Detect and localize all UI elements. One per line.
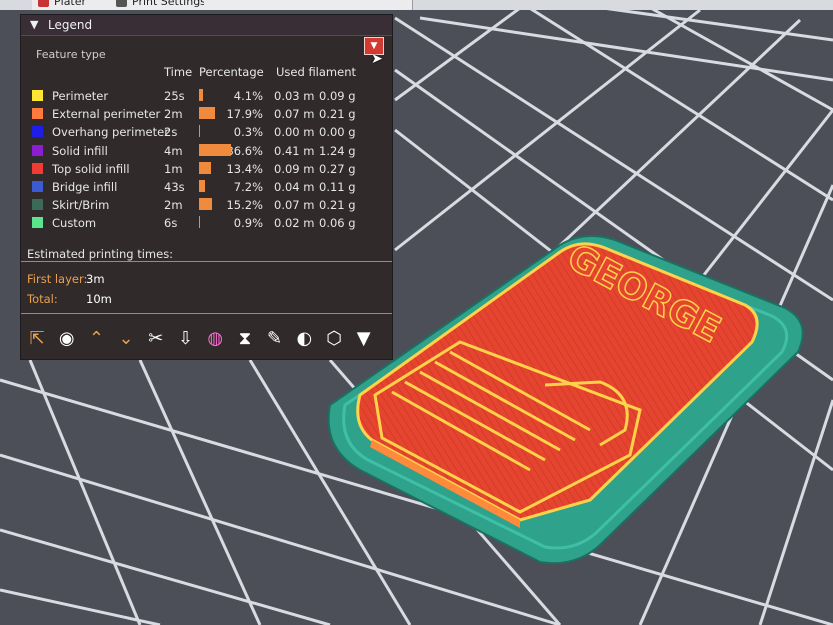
separator [21,261,392,262]
seams-icon[interactable]: ✂ [144,327,168,351]
first-layer-label: First layer: [27,272,88,286]
total-value: 10m [86,292,112,306]
feature-time: 4m [164,143,183,158]
header-percentage: Percentage [199,65,264,79]
feature-row[interactable]: Perimeter 25s 4.1% 0.03 m 0.09 g [21,87,392,105]
feature-weight: 0.11 g [319,180,356,194]
feature-time: 25s [164,89,185,103]
tab-bar: Plater Print Settings [0,0,833,10]
estimated-times-label: Estimated printing times: [27,247,174,261]
header-time: Time [164,65,193,79]
center-of-gravity-icon[interactable]: ◐ [292,327,316,351]
feature-percentage: 7.2% [233,180,263,194]
color-changes-icon[interactable]: ◍ [203,327,227,351]
travel-icon[interactable]: ⇱ [25,327,49,351]
header-used-filament: Used filament [276,65,357,79]
first-layer-value: 3m [86,272,105,286]
feature-weight: 0.21 g [319,107,356,122]
deretractions-icon[interactable]: ⌄ [114,327,138,351]
color-swatch [32,217,43,229]
feature-weight: 0.00 g [319,125,356,140]
tab-plater[interactable]: Plater [32,0,121,10]
feature-time: 2s [164,125,178,140]
options-toolbar: ⇱ ◉ ⌃ ⌄ ✂ ⇩ ◍ ⧗ ✎ ◐ ⬡ ▼ [21,321,392,357]
feature-length: 0.03 m [274,89,315,103]
feature-weight: 0.21 g [319,198,356,213]
feature-row[interactable]: External perimeter 2m 17.9% 0.07 m 0.21 g [21,105,392,123]
mouse-cursor-icon: ➤ [371,51,383,67]
feature-length: 0.00 m [274,125,315,140]
feature-time: 6s [164,216,178,231]
feature-name: Bridge infill [52,180,118,194]
plater-icon [38,0,49,7]
legend-title: Legend [48,18,93,32]
total-label: Total: [27,292,58,306]
feature-percentage: 0.9% [233,216,263,231]
legend-panel: ▼ Legend Feature type ▼ ➤ Time Percentag… [20,14,393,360]
legend-header[interactable]: ▼ Legend [21,15,392,36]
dropdown-arrow-icon: ▼ [370,41,378,51]
percentage-bar [199,198,213,211]
tab-filament-settings[interactable] [204,0,413,10]
separator [21,313,392,314]
feature-row[interactable]: Top solid infill 1m 13.4% 0.09 m 0.27 g [21,160,392,178]
color-swatch [32,162,43,174]
print-settings-icon [116,0,127,7]
feature-time: 1m [164,161,183,176]
shells-icon[interactable]: ⬡ [322,327,346,351]
percentage-bar [199,125,200,138]
feature-name: Overhang perimeter [52,125,169,140]
color-swatch [32,199,43,211]
feature-length: 0.07 m [274,198,315,213]
feature-length: 0.04 m [274,180,315,194]
feature-name: Solid infill [52,143,108,158]
percentage-bar [199,216,200,229]
pause-prints-icon[interactable]: ⧗ [233,327,257,351]
feature-name: Perimeter [52,89,109,103]
color-swatch [32,90,43,101]
percentage-bar [199,143,231,156]
feature-row[interactable]: Overhang perimeter 2s 0.3% 0.00 m 0.00 g [21,123,392,141]
feature-percentage: 4.1% [233,89,263,103]
feature-time: 43s [164,180,185,194]
feature-name: Custom [52,216,97,231]
feature-percentage: 17.9% [226,107,263,122]
feature-row[interactable]: Solid infill 4m 36.6% 0.41 m 1.24 g [21,142,392,160]
retractions-icon[interactable]: ⌃ [84,327,108,351]
tab-print-settings[interactable]: Print Settings [110,0,219,10]
feature-row[interactable]: Custom 6s 0.9% 0.02 m 0.06 g [21,214,392,232]
feature-length: 0.09 m [274,161,315,176]
feature-time: 2m [164,198,183,213]
feature-weight: 0.06 g [319,216,356,231]
feature-row[interactable]: Skirt/Brim 2m 15.2% 0.07 m 0.21 g [21,196,392,214]
feature-name: Skirt/Brim [52,198,110,213]
percentage-bar [199,161,211,174]
feature-row[interactable]: Bridge infill 43s 7.2% 0.04 m 0.11 g [21,178,392,196]
tool-marker-icon[interactable]: ▼ [352,327,376,351]
collapse-arrow-icon[interactable]: ▼ [30,18,38,31]
percentage-bar [199,107,215,120]
feature-name: External perimeter [52,107,161,122]
color-swatch [32,108,43,120]
color-swatch [32,126,43,138]
feature-length: 0.02 m [274,216,315,231]
feature-length: 0.41 m [274,143,315,158]
feature-type-label: Feature type [36,48,106,61]
wipe-icon[interactable]: ◉ [55,327,79,351]
feature-weight: 0.09 g [319,89,356,103]
feature-percentage: 15.2% [226,198,263,213]
color-swatch [32,144,43,156]
tool-changes-icon[interactable]: ⇩ [174,327,198,351]
percentage-bar [199,89,203,101]
color-swatch [32,181,43,192]
feature-name: Top solid infill [52,161,130,176]
feature-time: 2m [164,107,183,122]
feature-weight: 0.27 g [319,161,356,176]
feature-percentage: 13.4% [226,161,263,176]
feature-percentage: 0.3% [233,125,263,140]
percentage-bar [199,180,206,192]
custom-gcodes-icon[interactable]: ✎ [263,327,287,351]
feature-weight: 1.24 g [319,143,356,158]
feature-length: 0.07 m [274,107,315,122]
